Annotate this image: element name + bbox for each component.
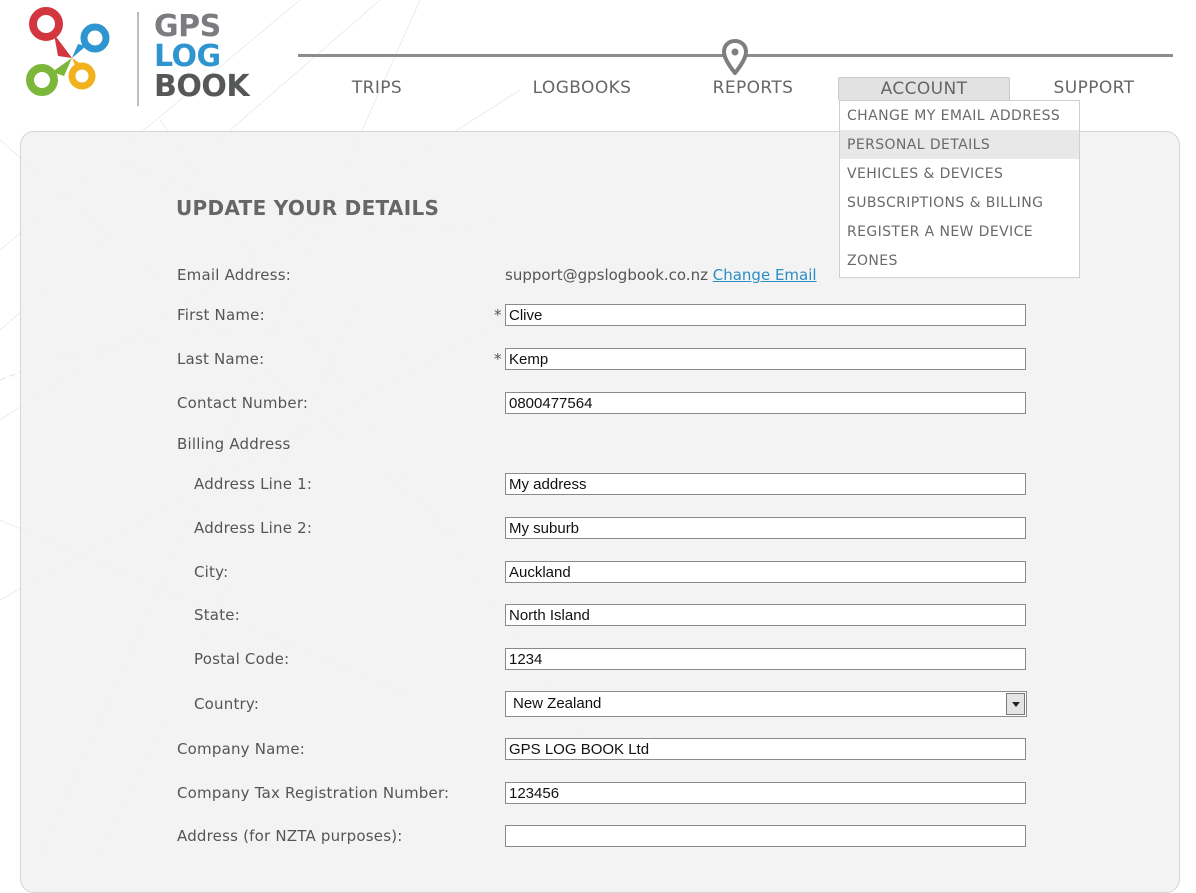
logo-word-book: BOOK	[154, 69, 250, 104]
country-selected-value: New Zealand	[513, 695, 602, 712]
tax-number-input[interactable]	[505, 782, 1026, 804]
logo-wordmark: GPS LOG BOOK	[154, 9, 250, 104]
email-label: Email Address:	[177, 266, 291, 284]
menu-item-zones[interactable]: ZONES	[840, 246, 1079, 275]
nav-account[interactable]: ACCOUNT	[838, 77, 1010, 101]
logo-word-log: LOG	[154, 39, 221, 74]
address-line-2-label: Address Line 2:	[194, 519, 313, 537]
contact-number-label: Contact Number:	[177, 394, 309, 412]
last-name-input[interactable]	[505, 348, 1026, 370]
address-line-1-input[interactable]	[505, 473, 1026, 495]
country-select[interactable]: New Zealand	[505, 691, 1027, 717]
nav-reports[interactable]: REPORTS	[700, 76, 806, 100]
menu-item-change-email[interactable]: CHANGE MY EMAIL ADDRESS	[840, 101, 1079, 130]
menu-item-vehicles-devices[interactable]: VEHICLES & DEVICES	[840, 159, 1079, 188]
city-input[interactable]	[505, 561, 1026, 583]
first-name-label: First Name:	[177, 306, 265, 324]
required-marker: *	[494, 306, 502, 324]
last-name-label: Last Name:	[177, 350, 265, 368]
required-marker: *	[494, 350, 502, 368]
menu-item-personal-details[interactable]: PERSONAL DETAILS	[840, 130, 1079, 159]
nav-logbooks[interactable]: LOGBOOKS	[520, 76, 644, 100]
nzta-address-label: Address (for NZTA purposes):	[177, 827, 403, 845]
first-name-input[interactable]	[505, 304, 1026, 326]
chevron-down-icon[interactable]	[1006, 693, 1025, 715]
tax-number-label: Company Tax Registration Number:	[177, 784, 450, 802]
nav-support[interactable]: SUPPORT	[1040, 76, 1148, 100]
logo-word-gps: GPS	[154, 9, 221, 44]
logo-divider	[137, 12, 139, 106]
menu-item-subscriptions-billing[interactable]: SUBSCRIPTIONS & BILLING	[840, 188, 1079, 217]
nav-trips[interactable]: TRIPS	[335, 76, 419, 100]
contact-number-input[interactable]	[505, 392, 1026, 414]
page-title: UPDATE YOUR DETAILS	[176, 196, 440, 220]
address-line-2-input[interactable]	[505, 517, 1026, 539]
map-pin-icon	[721, 39, 749, 75]
account-dropdown-menu: CHANGE MY EMAIL ADDRESS PERSONAL DETAILS…	[839, 100, 1080, 278]
postal-code-input[interactable]	[505, 648, 1026, 670]
state-label: State:	[194, 606, 240, 624]
menu-item-register-device[interactable]: REGISTER A NEW DEVICE	[840, 217, 1079, 246]
company-name-input[interactable]	[505, 738, 1026, 760]
company-name-label: Company Name:	[177, 740, 306, 758]
email-row: support@gpslogbook.co.nz Change Email	[505, 266, 817, 284]
change-email-link[interactable]: Change Email	[713, 266, 817, 284]
country-label: Country:	[194, 695, 260, 713]
state-input[interactable]	[505, 604, 1026, 626]
billing-address-heading: Billing Address	[177, 435, 291, 453]
postal-code-label: Postal Code:	[194, 650, 290, 668]
city-label: City:	[194, 563, 229, 581]
email-value: support@gpslogbook.co.nz	[505, 266, 708, 284]
gps-logbook-logo[interactable]: GPS LOG BOOK	[20, 6, 250, 106]
logo-mark-icon	[26, 7, 110, 96]
nzta-address-input[interactable]	[505, 825, 1026, 847]
address-line-1-label: Address Line 1:	[194, 475, 313, 493]
